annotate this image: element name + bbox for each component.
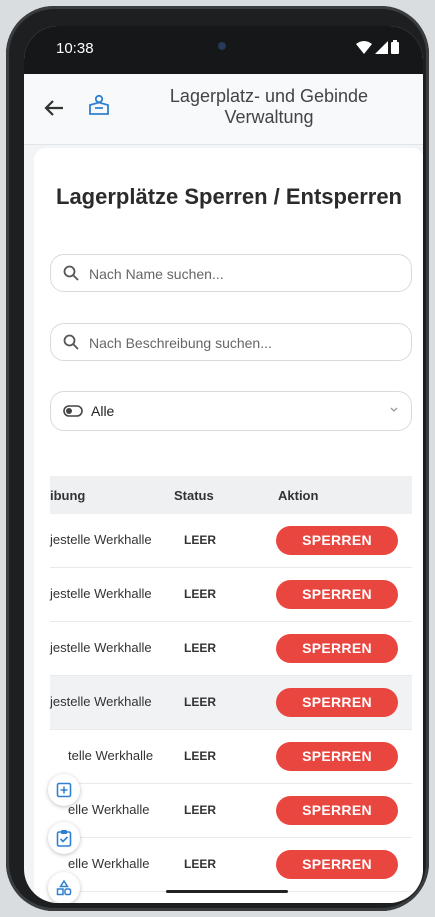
row-status: LEER <box>184 533 217 547</box>
search-icon <box>63 265 79 281</box>
shapes-fab[interactable] <box>48 872 80 903</box>
app-title: Lagerplatz- und Gebinde Verwaltung <box>169 86 369 127</box>
status-bar: 10:38 <box>24 26 423 74</box>
row-description: jestelle Werkhalle <box>50 586 152 601</box>
phone-frame: 10:38 Lagerplatz- und Gebinde Verwaltung <box>6 6 429 911</box>
clipboard-check-fab[interactable] <box>48 822 80 854</box>
lock-button[interactable]: SPERREN <box>276 742 398 771</box>
clipboard-check-icon <box>56 830 72 847</box>
row-description: jestelle Werkhalle <box>50 532 152 547</box>
signal-icon <box>375 40 388 54</box>
shapes-icon <box>56 880 72 896</box>
table-header: ibung Status Aktion <box>50 476 412 514</box>
home-indicator[interactable] <box>166 890 288 893</box>
row-status: LEER <box>184 587 217 601</box>
row-description: jestelle Werkhalle <box>50 694 152 709</box>
chevron-down-icon <box>390 407 398 412</box>
row-status: LEER <box>184 803 217 817</box>
add-box-fab[interactable] <box>48 774 80 806</box>
back-arrow-icon[interactable] <box>44 96 64 120</box>
battery-icon <box>391 40 399 54</box>
status-filter-value: Alle <box>91 403 115 419</box>
column-description[interactable]: ibung <box>50 488 85 503</box>
table-row: jestelle Werkhalle LEER SPERREN <box>50 514 412 568</box>
search-name-field[interactable] <box>50 254 412 292</box>
table-row: telle Werkhalle LEER SPERREN <box>50 730 412 784</box>
status-time: 10:38 <box>56 40 94 57</box>
table-row: elle Werkhalle LEER SPERREN <box>50 784 412 838</box>
lock-button[interactable]: SPERREN <box>276 634 398 663</box>
column-status[interactable]: Status <box>174 488 214 503</box>
row-status: LEER <box>184 749 217 763</box>
column-action: Aktion <box>278 488 319 503</box>
table-row: elle Werkhalle LEER SPERREN <box>50 838 412 892</box>
status-icons <box>356 40 399 54</box>
search-description-input[interactable] <box>87 332 391 354</box>
wifi-icon <box>356 40 372 54</box>
search-icon <box>63 334 79 350</box>
search-name-input[interactable] <box>87 263 391 285</box>
table-row: jestelle Werkhalle LEER SPERREN <box>50 676 412 730</box>
add-box-icon <box>56 782 72 798</box>
main-content: Lagerplätze Sperren / Entsperren Alle ib… <box>34 148 423 903</box>
row-description: telle Werkhalle <box>50 748 154 763</box>
row-description: jestelle Werkhalle <box>50 640 152 655</box>
lock-button[interactable]: SPERREN <box>276 796 398 825</box>
row-status: LEER <box>184 857 217 871</box>
app-bar: Lagerplatz- und Gebinde Verwaltung <box>24 74 423 145</box>
screen: 10:38 Lagerplatz- und Gebinde Verwaltung <box>24 26 423 903</box>
storage-locations-table: ibung Status Aktion jestelle Werkhalle L… <box>50 476 412 892</box>
warehouse-user-icon[interactable] <box>88 94 110 121</box>
row-status: LEER <box>184 695 217 709</box>
camera-dot <box>218 42 226 50</box>
toggle-icon <box>63 405 83 417</box>
table-row: jestelle Werkhalle LEER SPERREN <box>50 622 412 676</box>
row-status: LEER <box>184 641 217 655</box>
row-description: elle Werkhalle <box>50 856 150 871</box>
lock-button[interactable]: SPERREN <box>276 526 398 555</box>
status-filter-select[interactable]: Alle <box>50 391 412 431</box>
page-title: Lagerplätze Sperren / Entsperren <box>56 184 402 209</box>
search-description-field[interactable] <box>50 323 412 361</box>
lock-button[interactable]: SPERREN <box>276 850 398 879</box>
table-row: jestelle Werkhalle LEER SPERREN <box>50 568 412 622</box>
lock-button[interactable]: SPERREN <box>276 580 398 609</box>
lock-button[interactable]: SPERREN <box>276 688 398 717</box>
